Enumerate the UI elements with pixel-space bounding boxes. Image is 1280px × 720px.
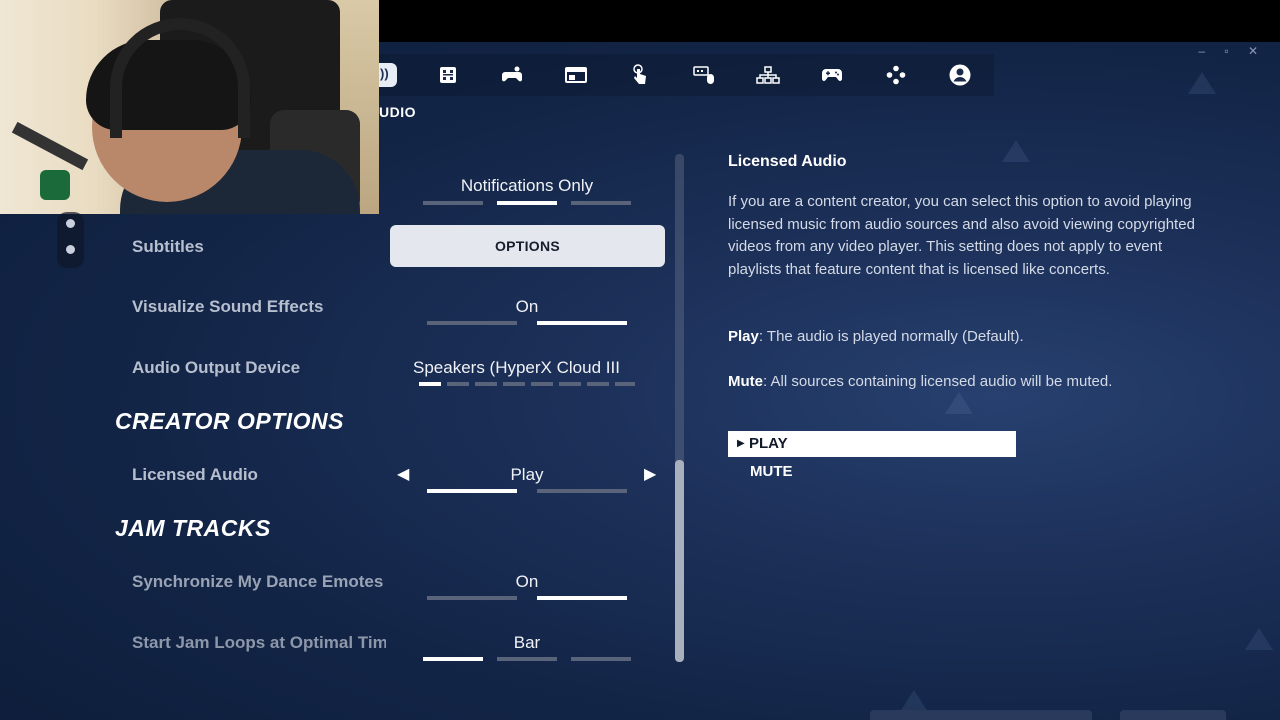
network-icon	[756, 66, 780, 84]
background-shape	[900, 690, 928, 712]
scroll-dot	[66, 219, 75, 228]
option-segment	[531, 382, 553, 386]
keyboard-mouse-icon	[693, 66, 714, 84]
audio-icon: ))	[380, 66, 389, 81]
controller-icon	[822, 69, 842, 81]
subtitles-label: Subtitles	[132, 237, 204, 256]
list-scroll-indicator[interactable]	[57, 212, 84, 268]
start-jam-loops-value[interactable]: Bar	[413, 633, 641, 653]
option-segment	[571, 201, 631, 205]
option-segment	[587, 382, 609, 386]
synchronize-dance-emotes-label: Synchronize My Dance Emotes	[132, 572, 384, 591]
option-segment	[423, 201, 483, 205]
bottom-action-button[interactable]	[1120, 710, 1226, 720]
settings-tab-bar: ))	[379, 54, 994, 96]
option-segment-selected	[427, 489, 517, 493]
option-segment-selected	[419, 382, 441, 386]
tab-touch[interactable]	[618, 54, 662, 96]
tab-display[interactable]	[554, 54, 598, 96]
mute-term: Mute	[728, 373, 763, 390]
tab-gamepad-settings[interactable]	[490, 54, 534, 96]
grid-icon	[440, 67, 456, 83]
visualize-sound-effects-value[interactable]: On	[413, 297, 641, 317]
detail-play-note: Play: The audio is played normally (Defa…	[728, 328, 1024, 345]
play-term: Play	[728, 328, 759, 345]
tab-network[interactable]	[746, 54, 790, 96]
webcam-overlay	[0, 0, 379, 214]
option-segment	[427, 596, 517, 600]
option-play-label: PLAY	[749, 435, 788, 452]
background-shape	[1188, 72, 1216, 94]
background-shape	[1002, 140, 1030, 162]
start-jam-loops-label: Start Jam Loops at Optimal Time	[132, 633, 386, 652]
microphone	[40, 170, 70, 200]
scroll-dot	[66, 245, 75, 254]
background-shape	[945, 392, 973, 414]
option-play-selected[interactable]: ▶ PLAY	[728, 431, 1016, 457]
option-segment	[503, 382, 525, 386]
licensed-audio-label: Licensed Audio	[132, 465, 258, 484]
account-icon	[949, 64, 971, 86]
scrollbar-thumb[interactable]	[675, 460, 684, 662]
detail-description: If you are a content creator, you can se…	[728, 193, 1195, 278]
microphone-arm	[11, 121, 89, 171]
tab-grid[interactable]	[426, 54, 470, 96]
creator-options-heading: CREATOR OPTIONS	[115, 408, 344, 434]
settings-scrollbar[interactable]	[675, 154, 684, 662]
tab-account[interactable]	[938, 54, 982, 96]
option-segment-selected	[537, 321, 627, 325]
detail-mute-note: Mute: All sources containing licensed au…	[728, 373, 1112, 390]
licensed-audio-value[interactable]: Play	[413, 465, 641, 485]
section-title: UDIO	[379, 104, 416, 120]
visualize-sound-effects-label: Visualize Sound Effects	[132, 297, 324, 316]
play-description: : The audio is played normally (Default)…	[758, 328, 1024, 345]
bottom-action-button[interactable]	[870, 710, 1092, 720]
option-mute[interactable]: MUTE	[750, 463, 793, 480]
subtitles-options-button[interactable]: OPTIONS	[390, 225, 665, 267]
tab-controller[interactable]	[810, 54, 854, 96]
audio-output-device-label: Audio Output Device	[132, 358, 301, 377]
controller-buttons-icon	[886, 65, 906, 85]
option-segment	[447, 382, 469, 386]
audio-output-device-value[interactable]: Speakers (HyperX Cloud III	[413, 358, 641, 378]
option-segment	[559, 382, 581, 386]
background-shape	[1245, 628, 1273, 650]
window-controls[interactable]: – ▫ ✕	[1198, 44, 1266, 58]
mute-description: : All sources containing licensed audio …	[763, 373, 1113, 390]
display-icon	[565, 67, 587, 83]
detail-title: Licensed Audio	[728, 153, 847, 170]
option-segment-selected	[497, 201, 557, 205]
option-segment	[427, 321, 517, 325]
tab-keyboard-mouse[interactable]	[682, 54, 726, 96]
chevron-left-icon[interactable]: ◀	[397, 464, 409, 484]
chevron-right-icon[interactable]: ▶	[644, 464, 656, 484]
option-segment	[537, 489, 627, 493]
option-segment-selected	[537, 596, 627, 600]
option-segment	[615, 382, 635, 386]
tab-controller-buttons[interactable]	[874, 54, 918, 96]
jam-tracks-heading: JAM TRACKS	[115, 515, 271, 541]
caret-right-icon: ▶	[737, 438, 745, 449]
notifications-value[interactable]: Notifications Only	[413, 176, 641, 196]
option-segment-selected	[423, 657, 483, 661]
gamepad-settings-icon	[502, 66, 522, 82]
touch-icon	[633, 64, 646, 84]
option-segment	[571, 657, 631, 661]
option-segment	[497, 657, 557, 661]
option-segment	[475, 382, 497, 386]
synchronize-dance-emotes-value[interactable]: On	[413, 572, 641, 592]
